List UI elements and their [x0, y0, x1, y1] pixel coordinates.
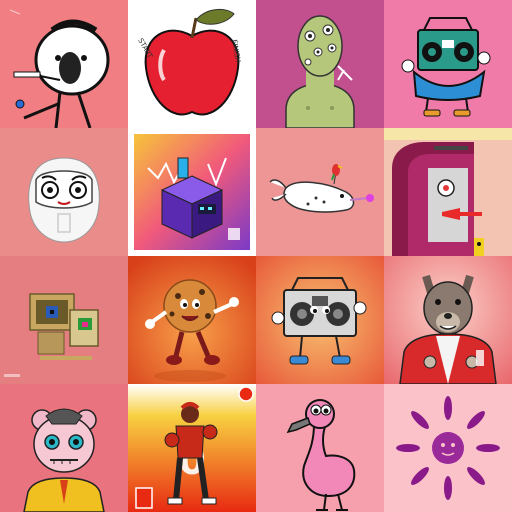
boombox-blue-image	[384, 0, 512, 128]
isometric-cube-image	[128, 128, 256, 256]
tile-wolf[interactable]	[384, 256, 512, 384]
boombox-shoes-image	[256, 256, 384, 384]
robot-bear-image	[0, 384, 128, 512]
flamingo-image	[256, 384, 384, 512]
retro-computer-image	[0, 256, 128, 384]
cookie-image	[128, 256, 256, 384]
tile-robot-bear[interactable]	[0, 384, 128, 512]
tile-boxer[interactable]: 0	[128, 384, 256, 512]
daruma-image	[0, 128, 128, 256]
tile-retro-computer[interactable]	[0, 256, 128, 384]
tile-abstract-face[interactable]	[384, 128, 512, 256]
tile-apple[interactable]: START FINISH	[128, 0, 256, 128]
flower-image	[384, 384, 512, 512]
apple-image: START FINISH	[128, 0, 256, 128]
tile-boombox-blue[interactable]	[384, 0, 512, 128]
tile-green-alien[interactable]	[256, 0, 384, 128]
alien-image	[256, 0, 384, 128]
tile-daruma[interactable]	[0, 128, 128, 256]
boxer-image: 0	[128, 384, 256, 512]
nft-gallery-grid: START FINISH 0	[0, 0, 512, 512]
narwhal-image	[256, 128, 384, 256]
stickman-image	[0, 0, 128, 128]
tile-cookie[interactable]	[128, 256, 256, 384]
tile-boombox-shoes[interactable]	[256, 256, 384, 384]
abstract-face-image	[384, 128, 512, 256]
tile-isometric-cube[interactable]	[128, 128, 256, 256]
wolf-image	[384, 256, 512, 384]
tile-stickman[interactable]	[0, 0, 128, 128]
tile-purple-flower[interactable]	[384, 384, 512, 512]
tile-flamingo[interactable]	[256, 384, 384, 512]
tile-narwhal[interactable]	[256, 128, 384, 256]
